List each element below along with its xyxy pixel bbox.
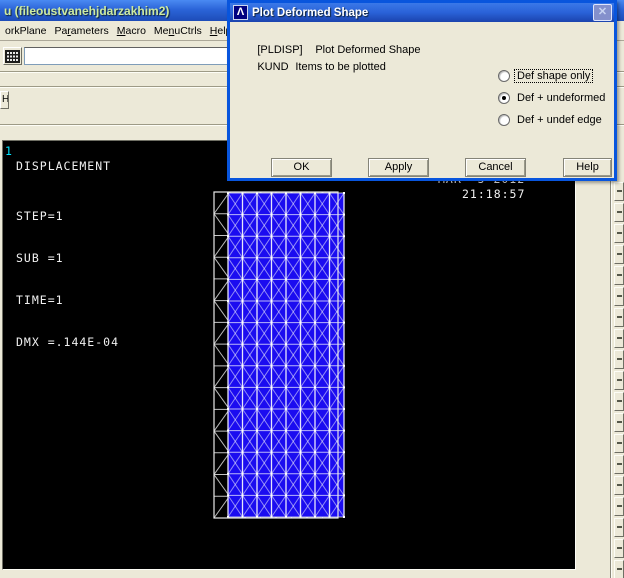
side-toolbar-button[interactable] (614, 434, 624, 453)
dialog-option-line: KUNDItems to be plotted (239, 49, 386, 85)
side-toolbar-button[interactable] (614, 413, 624, 432)
apply-button[interactable]: Apply (368, 158, 429, 177)
radio-icon[interactable] (498, 92, 510, 104)
menu-item-menuctrls[interactable]: MenuCtrls (150, 23, 206, 39)
ok-button[interactable]: OK (271, 158, 332, 177)
option-code: KUND (257, 61, 295, 73)
side-toolbar-button[interactable] (614, 497, 624, 516)
side-toolbar-button[interactable] (614, 392, 624, 411)
kund-radio-group: Def shape only Def + undeformed Def + un… (498, 65, 607, 131)
plot-title-displacement: DISPLACEMENT (16, 159, 111, 173)
grid-keypad-icon (5, 50, 20, 63)
side-toolbar-button[interactable] (614, 539, 624, 558)
cancel-button[interactable]: Cancel (465, 158, 526, 177)
side-toolbar-button[interactable] (614, 182, 624, 201)
menu-item-parameters[interactable]: Parameters (50, 23, 112, 39)
side-toolbar-button[interactable] (614, 476, 624, 495)
ansys-logo-icon: Λ (233, 5, 248, 20)
dialog-title: Plot Deformed Shape (252, 7, 593, 19)
menu-item-macro[interactable]: Macro (113, 23, 150, 39)
help-button[interactable]: Help (563, 158, 612, 177)
main-window-title: u (fileoustvanehjdarzakhim2) (4, 4, 169, 18)
ansys-application-window: u (fileoustvanehjdarzakhim2) orkPlane Pa… (0, 0, 624, 578)
radio-icon[interactable] (498, 114, 510, 126)
radio-def-shape-only[interactable]: Def shape only (498, 65, 607, 87)
side-toolbar-button[interactable] (614, 455, 624, 474)
result-annotations: STEP=1 SUB =1 TIME=1 DMX =.144E-04 (16, 181, 119, 377)
radio-def-plus-undeformed[interactable]: Def + undeformed (498, 87, 607, 109)
side-toolbar-button[interactable] (614, 371, 624, 390)
side-toolbar-button[interactable] (614, 560, 624, 578)
option-text: Items to be plotted (295, 61, 386, 73)
radio-icon[interactable] (498, 70, 510, 82)
graphics-side-toolbar (614, 182, 624, 578)
radio-def-plus-undef-edge[interactable]: Def + undef edge (498, 109, 607, 131)
side-toolbar-button[interactable] (614, 308, 624, 327)
annotation-sub: SUB =1 (16, 251, 119, 265)
right-panel-separator (610, 140, 612, 578)
command-input-icon-button[interactable] (3, 47, 22, 65)
menu-item-workplane[interactable]: orkPlane (1, 23, 50, 39)
plot-window-number: 1 (5, 144, 13, 158)
side-toolbar-button[interactable] (614, 266, 624, 285)
side-toolbar-button[interactable] (614, 287, 624, 306)
toolbar-button-fragment[interactable]: H (0, 91, 9, 109)
plot-time: 21:18:57 (462, 187, 525, 201)
side-toolbar-button[interactable] (614, 329, 624, 348)
side-toolbar-button[interactable] (614, 350, 624, 369)
annotation-time: TIME=1 (16, 293, 119, 307)
side-toolbar-button[interactable] (614, 245, 624, 264)
side-toolbar-button[interactable] (614, 518, 624, 537)
dialog-titlebar[interactable]: Λ Plot Deformed Shape ✕ (230, 3, 614, 22)
plot-deformed-shape-dialog: Λ Plot Deformed Shape ✕ [PLDISP]Plot Def… (227, 0, 617, 181)
side-toolbar-button[interactable] (614, 224, 624, 243)
annotation-step: STEP=1 (16, 209, 119, 223)
side-toolbar-button[interactable] (614, 203, 624, 222)
annotation-dmx: DMX =.144E-04 (16, 335, 119, 349)
close-icon[interactable]: ✕ (593, 4, 612, 21)
